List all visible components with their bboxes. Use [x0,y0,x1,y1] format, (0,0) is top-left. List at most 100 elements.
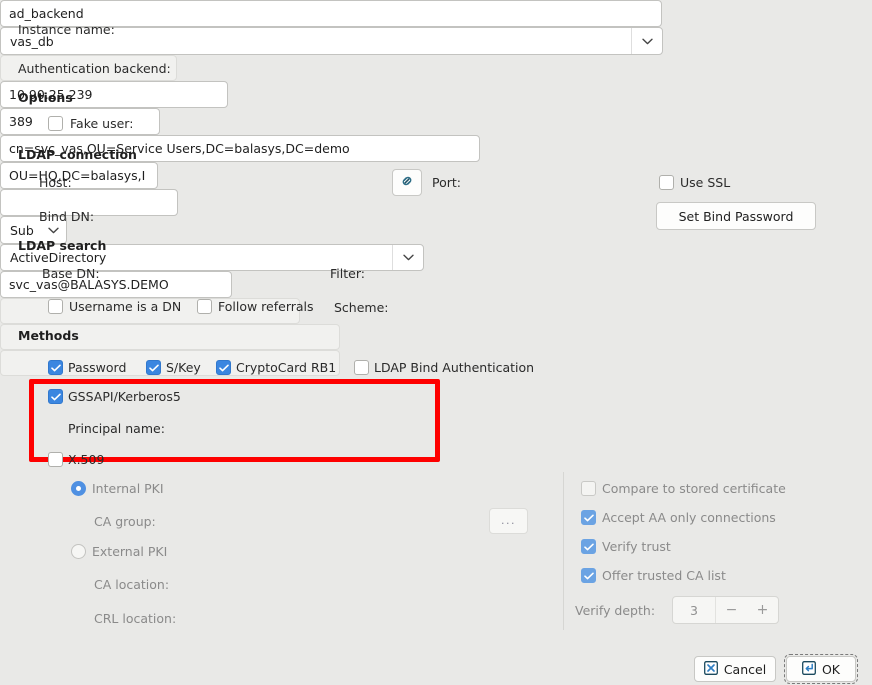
chain-link-icon [399,173,415,192]
verify-depth-label: Verify depth: [575,603,656,618]
instance-name-value: ad_backend [9,6,84,21]
cancel-label: Cancel [723,661,767,677]
use-ssl-row[interactable]: Use SSL [659,175,730,190]
ca-location-label-wrap: CA location: [94,577,169,592]
auth-backend-label: Authentication backend: [18,61,171,76]
principal-name-input[interactable]: svc_vas@BALASYS.DEMO [0,271,232,298]
verify-trust-row[interactable]: Verify trust [581,539,671,554]
internal-pki-radio[interactable] [71,481,86,496]
internal-pki-label: Internal PKI [92,481,164,496]
follow-referrals-label: Follow referrals [218,299,314,314]
x509-label: X.509 [68,452,105,467]
methods-section-title: Methods [18,328,79,343]
chevron-down-icon [392,245,423,270]
username-is-dn-label: Username is a DN [69,299,182,314]
verify-depth-value: 3 [690,602,698,618]
set-bind-password-button[interactable]: Set Bind Password [656,202,816,230]
scheme-label: Scheme: [334,300,389,315]
cryptocard-checkbox[interactable] [216,360,231,375]
cryptocard-label: CryptoCard RB1 [236,360,337,375]
bind-dn-label-wrap: Bind DN: [39,209,94,224]
close-x-icon [703,660,718,678]
enter-return-icon [802,660,816,678]
ldap-bind-label: LDAP Bind Authentication [374,360,535,375]
crl-location-label-wrap: CRL location: [94,611,176,626]
username-is-dn-checkbox[interactable] [48,299,63,314]
password-label: Password [68,360,127,375]
ldap-bind-checkbox[interactable] [354,360,369,375]
search-scope-value: Sub [10,222,34,238]
ca-location-label: CA location: [94,577,170,592]
offer-trusted-ca-label: Offer trusted CA list [602,568,726,583]
password-checkbox[interactable] [48,360,63,375]
port-label: Port: [432,175,461,190]
verify-trust-label: Verify trust [602,539,671,554]
bind-dn-label: Bind DN: [39,209,95,224]
x509-row[interactable]: X.509 [48,452,104,467]
set-bind-password-label: Set Bind Password [678,208,794,224]
cancel-button[interactable]: Cancel [694,656,776,682]
verify-depth-increment-button: + [756,602,769,618]
use-ssl-checkbox[interactable] [659,175,674,190]
external-pki-row[interactable]: External PKI [71,544,167,559]
ca-group-label-wrap: CA group: [94,514,156,529]
compare-stored-cert-label: Compare to stored certificate [602,481,786,496]
verify-depth-decrement-button: − [715,597,747,623]
ok-label: OK [821,661,841,677]
base-dn-value: OU=HQ,DC=balasys,I [9,168,146,183]
follow-referrals-checkbox[interactable] [197,299,212,314]
skey-label: S/Key [166,360,201,375]
principal-name-label-wrap: Principal name: [68,421,165,436]
auth-backend-label-wrap: Authentication backend: [18,61,171,76]
external-pki-label: External PKI [92,544,168,559]
offer-trusted-ca-row[interactable]: Offer trusted CA list [581,568,726,583]
offer-trusted-ca-checkbox[interactable] [581,568,596,583]
verify-trust-checkbox[interactable] [581,539,596,554]
accept-aa-only-label: Accept AA only connections [602,510,776,525]
host-link-button[interactable] [392,169,422,196]
column-divider [563,472,564,630]
use-ssl-label: Use SSL [680,175,731,190]
external-pki-radio[interactable] [71,544,86,559]
host-label-wrap: Host: [39,175,72,190]
base-dn-input[interactable]: OU=HQ,DC=balasys,I [0,162,158,189]
username-is-dn-row[interactable]: Username is a DN [48,299,181,314]
crl-location-label: CRL location: [94,611,177,626]
skey-method-row[interactable]: S/Key [146,360,201,375]
compare-stored-cert-checkbox[interactable] [581,481,596,496]
verify-depth-spinner: 3 − + [672,596,779,624]
accept-aa-only-row[interactable]: Accept AA only connections [581,510,776,525]
instance-name-label: Instance name: [18,22,115,37]
auth-backend-dialog: Instance name: ad_backend Authentication… [0,0,872,685]
verify-depth-label-wrap: Verify depth: [575,603,655,618]
x509-checkbox[interactable] [48,452,63,467]
ca-group-browse-button: ... [489,508,528,534]
password-method-row[interactable]: Password [48,360,126,375]
fake-user-label: Fake user: [70,116,134,131]
port-value: 389 [9,114,33,129]
port-label-wrap: Port: [432,175,461,190]
fake-user-row[interactable]: Fake user: [48,116,133,131]
accept-aa-only-checkbox[interactable] [581,510,596,525]
gssapi-method-row[interactable]: GSSAPI/Kerberos5 [48,389,181,404]
ca-group-label: CA group: [94,514,156,529]
filter-label: Filter: [330,266,365,281]
compare-stored-cert-row[interactable]: Compare to stored certificate [581,481,786,496]
base-dn-label: Base DN: [42,266,100,281]
skey-checkbox[interactable] [146,360,161,375]
base-dn-label-wrap: Base DN: [42,266,100,281]
chevron-down-icon [631,28,662,54]
gssapi-checkbox[interactable] [48,389,63,404]
follow-referrals-row[interactable]: Follow referrals [197,299,314,314]
ellipsis-icon: ... [501,514,516,527]
ldap-bind-method-row[interactable]: LDAP Bind Authentication [354,360,534,375]
filter-label-wrap: Filter: [330,266,365,281]
ldap-connection-section-title: LDAP connection [18,147,137,162]
scheme-label-wrap: Scheme: [334,300,389,315]
internal-pki-row[interactable]: Internal PKI [71,481,164,496]
fake-user-checkbox[interactable] [48,116,63,131]
cryptocard-method-row[interactable]: CryptoCard RB1 [216,360,336,375]
options-section-title: Options [18,90,73,105]
instance-name-label-wrap: Instance name: [18,22,115,37]
ok-button[interactable]: OK [784,654,858,684]
